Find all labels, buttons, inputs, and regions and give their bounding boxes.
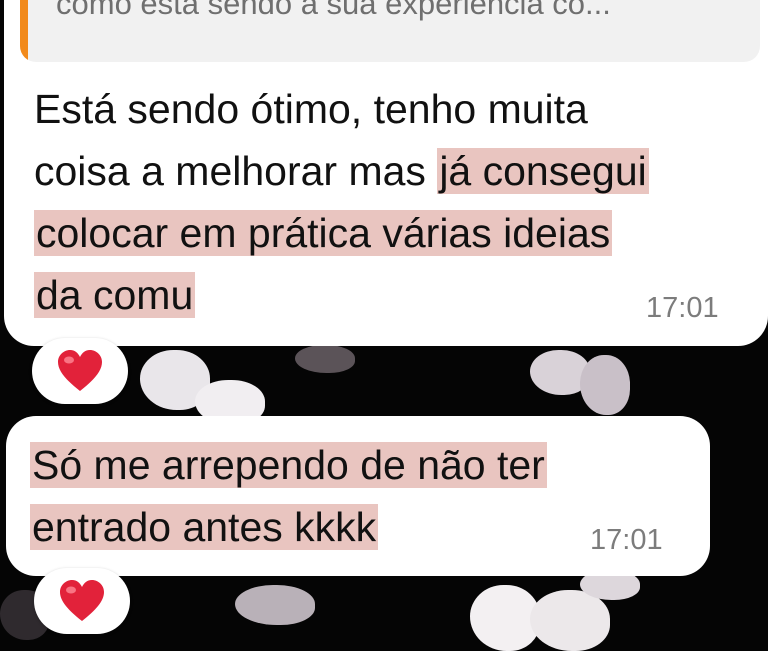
blossom-petal	[530, 590, 610, 651]
highlighted-text: Só me arrependo de não ter	[30, 442, 547, 488]
message-text-line: colocar em prática várias ideias	[34, 202, 613, 264]
blossom-petal	[295, 345, 355, 373]
highlighted-text: colocar em prática várias ideias	[34, 210, 613, 256]
message-text-line: coisa a melhorar mas já consegui	[34, 140, 649, 202]
reaction-badge[interactable]	[34, 568, 130, 634]
heart-emoji-icon	[58, 350, 102, 391]
quote-accent-bar	[20, 0, 28, 62]
message-text-line: Está sendo ótimo, tenho muita	[34, 86, 588, 132]
received-message-bubble[interactable]: como está sendo a sua experiência co... …	[4, 0, 768, 346]
highlighted-text: da comu	[34, 272, 196, 318]
message-timestamp: 17:01	[646, 292, 719, 324]
message-text-segment: coisa a melhorar mas	[34, 148, 438, 194]
blossom-petal	[580, 355, 630, 415]
received-message-bubble[interactable]: Só me arrependo de não ter entrado antes…	[6, 416, 710, 576]
highlighted-text: já consegui	[437, 148, 649, 194]
reaction-badge[interactable]	[32, 338, 128, 404]
highlighted-text: entrado antes kkkk	[30, 504, 379, 550]
quoted-message-text: como está sendo a sua experiência co...	[56, 0, 611, 21]
blossom-petal	[235, 585, 315, 625]
quoted-reply[interactable]: como está sendo a sua experiência co...	[20, 0, 760, 62]
message-text-line: da comu	[34, 264, 196, 326]
message-timestamp: 17:01	[590, 524, 663, 556]
message-text-line: entrado antes kkkk	[30, 496, 379, 558]
message-text-line: Só me arrependo de não ter	[30, 434, 547, 496]
heart-emoji-icon	[60, 580, 104, 621]
